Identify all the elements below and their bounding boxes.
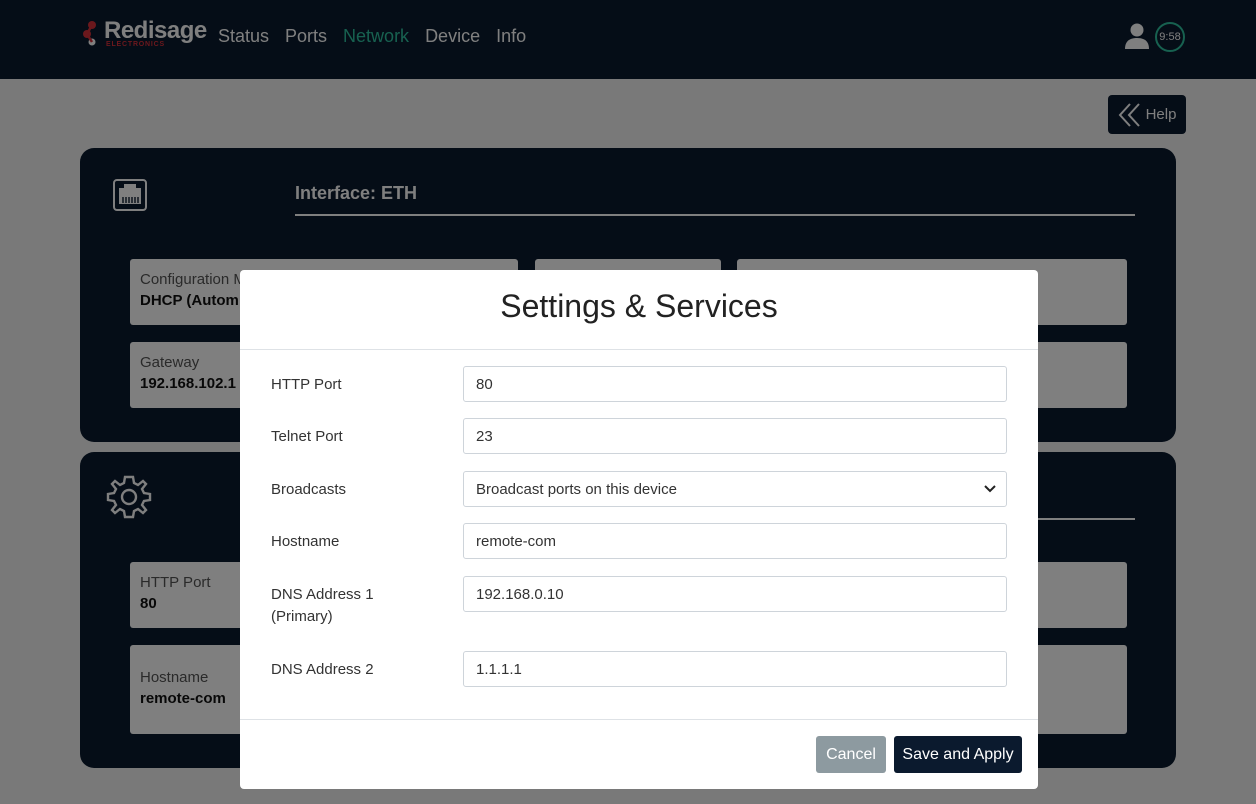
broadcasts-selected-value: Broadcast ports on this device (476, 480, 677, 498)
dns1-label-line2: (Primary) (271, 608, 333, 625)
settings-services-modal: Settings & Services HTTP Port Telnet Por… (240, 270, 1038, 789)
dns1-label-line1: DNS Address 1 (271, 586, 374, 603)
telnet-port-input[interactable] (463, 418, 1007, 454)
hostname-input[interactable] (463, 523, 1007, 559)
hostname-label: Hostname (271, 533, 340, 550)
modal-footer-divider (240, 719, 1038, 720)
modal-header-divider (240, 349, 1038, 350)
broadcasts-select[interactable]: Broadcast ports on this device (463, 471, 1007, 507)
telnet-port-label: Telnet Port (271, 428, 343, 445)
dns1-label: DNS Address 1 (Primary) (271, 584, 374, 628)
dns1-input[interactable] (463, 576, 1007, 612)
save-and-apply-button[interactable]: Save and Apply (894, 736, 1022, 773)
http-port-input[interactable] (463, 366, 1007, 402)
broadcasts-label: Broadcasts (271, 481, 347, 498)
dns2-label: DNS Address 2 (271, 661, 374, 678)
chevron-down-icon (984, 485, 996, 493)
http-port-label: HTTP Port (271, 376, 342, 393)
cancel-button[interactable]: Cancel (816, 736, 886, 773)
dns2-input[interactable] (463, 651, 1007, 687)
modal-title: Settings & Services (500, 288, 778, 324)
